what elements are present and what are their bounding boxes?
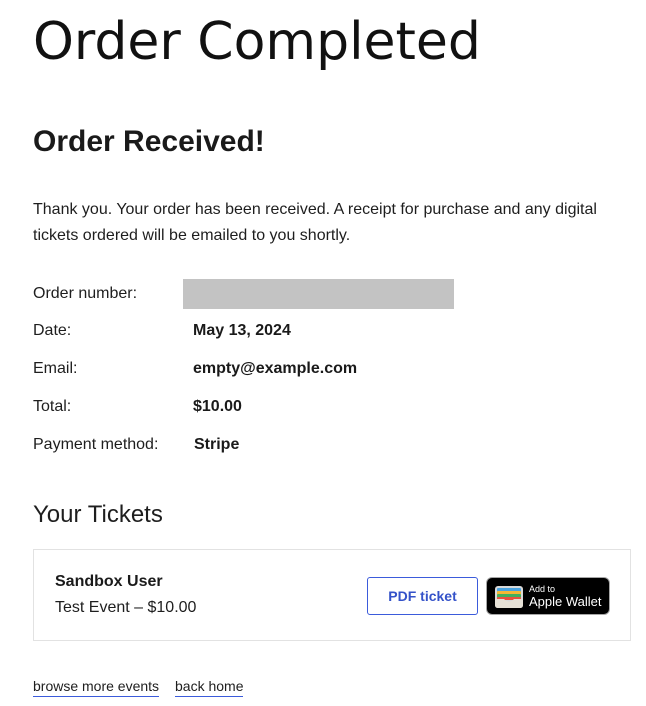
payment-method-row: Payment method: Stripe: [33, 430, 623, 460]
order-number-label: Order number:: [33, 285, 138, 302]
email-value: empty@example.com: [193, 360, 358, 377]
total-label: Total:: [33, 398, 72, 415]
payment-method-value: Stripe: [194, 436, 240, 453]
email-label: Email:: [33, 360, 78, 377]
wallet-apple-wallet-label: Apple Wallet: [529, 594, 602, 609]
ticket-card: Sandbox User Test Event – $10.00 PDF tic…: [33, 549, 631, 641]
total-row: Total: $10.00: [33, 392, 623, 422]
ticket-event-price: Test Event – $10.00: [55, 599, 197, 616]
total-value: $10.00: [193, 398, 242, 415]
add-to-apple-wallet-button[interactable]: Add to Apple Wallet: [486, 577, 610, 615]
browse-more-events-link[interactable]: browse more events: [33, 677, 160, 697]
wallet-add-to-label: Add to: [529, 584, 556, 594]
payment-method-label: Payment method:: [33, 436, 159, 453]
wallet-icon: [495, 586, 523, 608]
order-received-heading: Order Received!: [33, 125, 265, 158]
page-title: Order Completed: [33, 12, 481, 72]
email-row: Email: empty@example.com: [33, 354, 623, 384]
ticket-holder-name: Sandbox User: [55, 573, 163, 590]
date-value: May 13, 2024: [193, 322, 291, 339]
pdf-ticket-button[interactable]: PDF ticket: [367, 577, 478, 615]
your-tickets-heading: Your Tickets: [33, 501, 163, 528]
order-number-row: Order number:: [33, 279, 623, 309]
thank-you-message: Thank you. Your order has been received.…: [33, 201, 597, 244]
date-label: Date:: [33, 322, 72, 339]
order-number-redacted: [183, 279, 454, 309]
date-row: Date: May 13, 2024: [33, 316, 623, 346]
back-home-link[interactable]: back home: [175, 677, 244, 697]
